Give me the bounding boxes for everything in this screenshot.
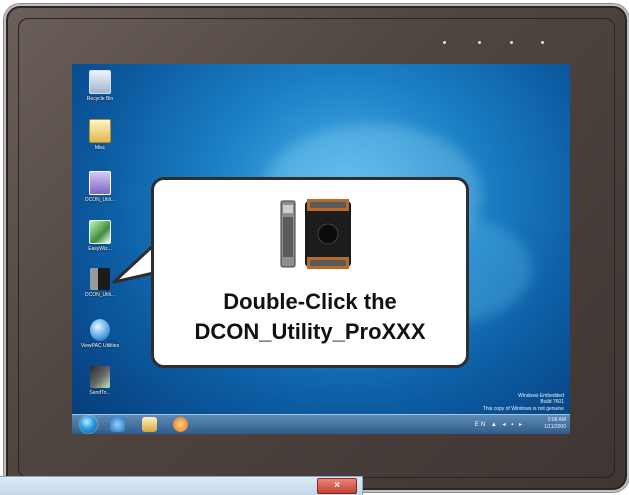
folder-icon	[89, 119, 111, 143]
desktop-icon-dcon-shortcut[interactable]: DCON_Utili...	[78, 171, 122, 203]
indicator-led	[443, 41, 446, 44]
instruction-callout: Double-Click the DCON_Utility_ProXXX	[151, 177, 469, 368]
dialog-title-bar	[0, 476, 363, 495]
desktop-icon-easywiz[interactable]: EasyWiz...	[78, 220, 122, 252]
desktop-icon-misc[interactable]: Misc	[78, 119, 122, 151]
dcon-utility-pro-icon	[90, 268, 110, 290]
dcon-shortcut-icon	[89, 171, 111, 195]
internet-explorer-icon[interactable]	[110, 417, 125, 432]
viewpac-icon	[90, 319, 110, 341]
indicator-led	[541, 41, 544, 44]
taskbar: EN ▲ ◂ ▪ ▸ 2:08 AM 1/11/2000	[72, 414, 570, 434]
start-button[interactable]	[80, 416, 97, 433]
media-player-icon[interactable]	[173, 417, 188, 432]
windows-watermark: Windows Embedded Build 7601 This copy of…	[482, 392, 564, 412]
recycle-bin-icon	[89, 70, 111, 94]
callout-line-1: Double-Click the	[223, 289, 397, 314]
clock[interactable]: 2:08 AM 1/11/2000	[544, 417, 566, 431]
system-tray-icons[interactable]: EN ▲ ◂ ▪ ▸	[475, 421, 524, 428]
app-icon	[89, 220, 111, 244]
close-button[interactable]: ×	[317, 478, 357, 494]
dcon-utility-pro-icon	[280, 199, 351, 269]
folder-icon[interactable]	[142, 417, 157, 432]
indicator-led	[510, 41, 513, 44]
desktop-icon-program[interactable]: SendTo...	[78, 366, 122, 396]
callout-line-2: DCON_Utility_ProXXX	[194, 319, 426, 344]
indicator-led	[478, 41, 481, 44]
desktop-icon-recycle-bin[interactable]: Recycle Bin	[78, 70, 122, 102]
desktop-icon-dcon-utility-pro[interactable]: DCON_Utili...	[78, 268, 122, 298]
desktop-icon-viewpac[interactable]: ViewPAC Utilities	[78, 319, 122, 349]
program-icon	[90, 366, 110, 388]
